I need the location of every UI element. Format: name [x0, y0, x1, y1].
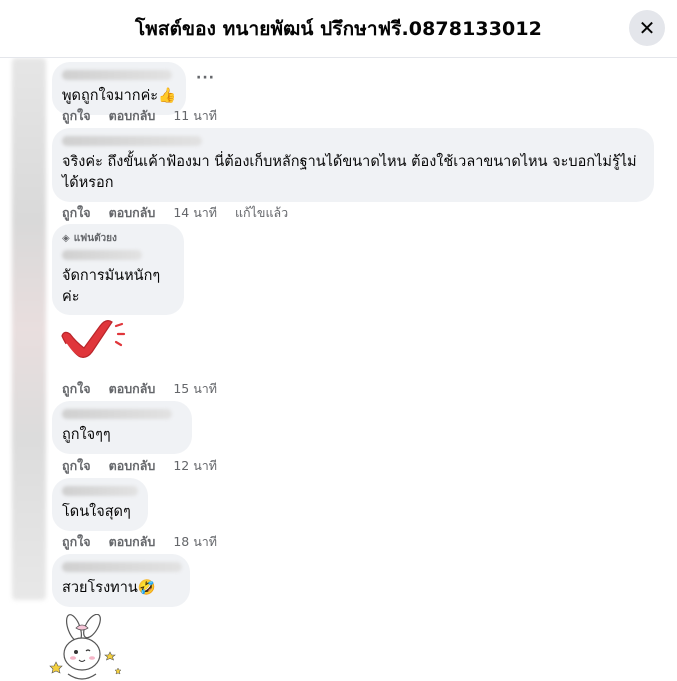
comment-actions: ถูกใจ ตอบกลับ 18 นาที: [62, 532, 235, 552]
comment-actions: ถูกใจ ตอบกลับ 15 นาที: [62, 379, 235, 399]
comment-bubble: ถูกใจๆๆ: [52, 401, 192, 454]
comment-item: จริงค่ะ ถึงขั้นเค้าฟ้องมา นี่ต้องเก็บหลั…: [52, 128, 654, 202]
post-header: โพสต์ของ ทนายพัฒน์ ปรึกษาฟรี.0878133012 …: [0, 0, 677, 58]
top-fan-badge: ◈ แฟนตัวยง: [62, 233, 117, 244]
comment-time[interactable]: 15 นาที: [173, 379, 217, 399]
like-link[interactable]: ถูกใจ: [62, 456, 91, 476]
comment-bubble: สวยโรงทาน🤣: [52, 554, 190, 607]
reply-link[interactable]: ตอบกลับ: [109, 106, 156, 126]
comment-text: ถูกใจๆๆ: [62, 427, 111, 443]
comment-text: จัดการมันหนักๆค่ะ: [62, 268, 161, 305]
post-title: โพสต์ของ ทนายพัฒน์ ปรึกษาฟรี.0878133012: [134, 17, 542, 40]
close-button[interactable]: ✕: [629, 10, 665, 46]
like-link[interactable]: ถูกใจ: [62, 532, 91, 552]
close-icon: ✕: [638, 16, 656, 40]
reply-link[interactable]: ตอบกลับ: [109, 203, 156, 223]
checkmark-sticker: [61, 320, 126, 362]
like-link[interactable]: ถูกใจ: [62, 379, 91, 399]
avatar-column: [12, 58, 46, 600]
author-name[interactable]: [62, 250, 142, 260]
bunny-sticker: [49, 614, 122, 680]
comment-item: สวยโรงทาน🤣: [52, 554, 190, 607]
comment-time[interactable]: 12 นาที: [173, 456, 217, 476]
reply-link[interactable]: ตอบกลับ: [109, 379, 156, 399]
diamond-icon: ◈: [62, 233, 70, 244]
author-name[interactable]: [62, 562, 182, 572]
comment-actions: ถูกใจ ตอบกลับ 12 นาที: [62, 456, 235, 476]
comment-time[interactable]: 18 นาที: [173, 532, 217, 552]
author-name[interactable]: [62, 136, 202, 146]
comment-text: จริงค่ะ ถึงขั้นเค้าฟ้องมา นี่ต้องเก็บหลั…: [62, 154, 637, 191]
comments-feed[interactable]: พูดถูกใจมากค่ะ👍 ··· ถูกใจ ตอบกลับ 11 นาท…: [0, 58, 677, 681]
comment-item: ถูกใจๆๆ: [52, 401, 192, 454]
comment-actions: ถูกใจ ตอบกลับ 11 นาที: [62, 106, 235, 126]
reply-link[interactable]: ตอบกลับ: [109, 532, 156, 552]
comment-bubble: จริงค่ะ ถึงขั้นเค้าฟ้องมา นี่ต้องเก็บหลั…: [52, 128, 654, 202]
comment-actions: ถูกใจ ตอบกลับ 14 นาที แก้ไขแล้ว: [62, 203, 306, 223]
comment-item: ◈ แฟนตัวยง จัดการมันหนักๆค่ะ: [52, 224, 184, 315]
comment-text: สวยโรงทาน🤣: [62, 580, 156, 596]
author-name[interactable]: [62, 409, 172, 419]
comment-time[interactable]: 14 นาที: [173, 203, 217, 223]
more-options-icon[interactable]: ···: [196, 70, 215, 86]
author-name[interactable]: [62, 70, 172, 80]
comment-item: โดนใจสุดๆ: [52, 478, 148, 531]
comment-bubble: ◈ แฟนตัวยง จัดการมันหนักๆค่ะ: [52, 224, 184, 315]
comment-time[interactable]: 11 นาที: [173, 106, 217, 126]
edited-label: แก้ไขแล้ว: [235, 205, 289, 220]
like-link[interactable]: ถูกใจ: [62, 106, 91, 126]
comment-bubble: โดนใจสุดๆ: [52, 478, 148, 531]
comment-text: โดนใจสุดๆ: [62, 504, 131, 520]
like-link[interactable]: ถูกใจ: [62, 203, 91, 223]
comment-text: พูดถูกใจมากค่ะ👍: [62, 88, 177, 104]
reply-link[interactable]: ตอบกลับ: [109, 456, 156, 476]
author-name[interactable]: [62, 486, 138, 496]
